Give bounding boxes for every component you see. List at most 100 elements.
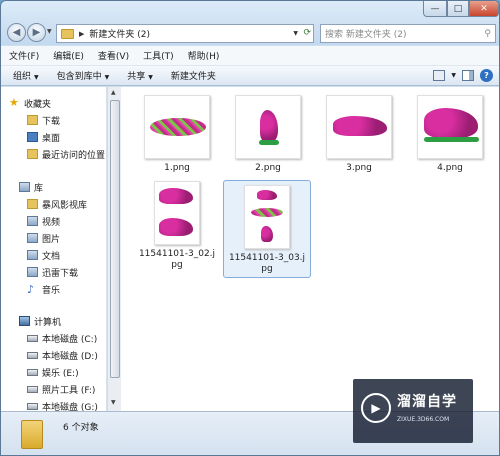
forward-button[interactable]: ▶ [27,23,46,42]
change-view-icon[interactable] [433,70,446,81]
menu-tools[interactable]: 工具(T) [143,49,174,62]
star-icon: ★ [9,96,19,109]
sidebar-favorites-label: 收藏夹 [24,99,52,110]
breadcrumb-arrow-icon[interactable]: ▶ [79,30,84,38]
shoe-image [159,188,193,204]
sidebar-libraries[interactable]: 库 [19,179,43,195]
file-item-11541101-3-03-jpg[interactable]: 11541101-3_03.j pg [223,180,311,278]
file-item-1-png[interactable]: 1.png [133,95,221,181]
search-input[interactable]: 搜索 新建文件夹 (2) ⚲ [320,24,496,43]
drive-icon [27,334,38,342]
sidebar-item-label: 本地磁盘 (D:) [42,351,98,362]
menu-view[interactable]: 查看(V) [98,49,129,62]
address-bar[interactable]: ▶ 新建文件夹 (2) ▼ ⟳ [56,24,314,43]
drive-icon [27,402,38,410]
sidebar-item-desktop[interactable]: 桌面 [27,129,60,145]
maximize-button[interactable]: □ [447,1,469,17]
drive-icon [27,368,38,376]
menu-bar: 文件(F) 编辑(E) 查看(V) 工具(T) 帮助(H) [1,46,499,66]
chevron-down-icon: ▼ [34,74,39,81]
sidebar-item-music[interactable]: ♪ 音乐 [27,281,60,297]
thumbnail [144,95,210,159]
watermark-subtitle: ZIXUE.3D66.COM [397,416,450,423]
shoe-heel-sole [259,140,279,145]
sidebar-item-videos[interactable]: 视频 [27,213,60,229]
file-name: 1.png [164,163,190,173]
preview-pane-icon[interactable] [462,70,474,81]
recent-pages-dropdown[interactable]: ▼ [47,28,52,35]
shoe-back-image [260,110,278,142]
scroll-down-arrow-icon[interactable]: ▼ [111,399,116,406]
shoe-sole-image [251,208,283,217]
menu-edit[interactable]: 编辑(E) [53,49,84,62]
search-icon[interactable]: ⚲ [484,29,491,39]
computer-icon [19,316,30,326]
thumbnail [326,95,392,159]
sidebar-item-recent-places[interactable]: 最近访问的位置 [27,146,105,162]
sidebar-item-label: 照片工具 (F:) [42,385,96,396]
scrollbar-thumb[interactable] [110,100,120,378]
new-folder-button[interactable]: 新建文件夹 [171,69,216,82]
chevron-down-icon: ▼ [148,74,153,81]
view-dropdown-icon[interactable]: ▼ [451,72,456,79]
sidebar-item-baofeng-library[interactable]: 暴风影视库 [27,196,87,212]
file-name-line: 11541101-3_03.j [228,253,306,263]
sidebar-item-xunlei-downloads[interactable]: 迅雷下载 [27,264,78,280]
file-item-11541101-3-02-jpg[interactable]: 11541101-3_02.j pg [133,181,221,281]
include-in-library-button[interactable]: 包含到库中 ▼ [57,69,110,82]
back-button[interactable]: ◀ [7,23,26,42]
sidebar-item-label: 本地磁盘 (G:) [42,402,98,412]
file-item-2-png[interactable]: 2.png [224,95,312,181]
address-text: 新建文件夹 (2) [89,30,151,40]
include-in-library-label: 包含到库中 [56,72,102,82]
help-icon[interactable]: ? [480,69,493,82]
chevron-down-icon: ▼ [104,74,110,81]
file-item-3-png[interactable]: 3.png [315,95,403,181]
close-button[interactable]: ✕ [469,1,499,17]
organize-label: 组织 [13,72,32,82]
sidebar-libraries-label: 库 [34,183,44,194]
shoe-top-image [333,116,387,136]
sidebar-item-documents[interactable]: 文档 [27,247,60,263]
sidebar-favorites[interactable]: ★ 收藏夹 [9,95,51,111]
sidebar-item-label: 桌面 [42,133,61,144]
sidebar-item-drive-g[interactable]: 本地磁盘 (G:) [27,398,98,411]
folder-icon [27,199,38,209]
refresh-icon[interactable]: ⟳ [303,28,311,38]
download-folder-icon [27,115,38,125]
folder-icon [61,28,74,39]
thumbnail [417,95,483,159]
watermark: ▶ 溜溜自学 ZIXUE.3D66.COM [353,379,473,443]
minimize-button[interactable]: — [423,1,447,17]
scroll-up-arrow-icon[interactable]: ▲ [111,89,116,96]
address-dropdown-icon[interactable]: ▼ [293,30,298,37]
sidebar-computer[interactable]: 计算机 [19,313,61,329]
thumbnail [154,181,200,245]
sidebar-item-label: 本地磁盘 (C:) [42,334,98,345]
shoe-image [257,190,277,200]
explorer-window: — □ ✕ ◀ ▶ ▼ ▶ 新建文件夹 (2) ▼ ⟳ 搜索 新建文件夹 (2)… [0,0,500,456]
sidebar-item-downloads[interactable]: 下载 [27,112,60,128]
item-count: 6 个对象 [63,423,99,433]
sidebar-item-drive-f[interactable]: 照片工具 (F:) [27,381,95,397]
video-library-icon [27,216,38,226]
download-library-icon [27,267,38,277]
drive-icon [27,385,38,393]
sidebar-item-drive-c[interactable]: 本地磁盘 (C:) [27,330,97,346]
menu-help[interactable]: 帮助(H) [188,49,220,62]
sidebar-item-label: 下载 [42,116,61,127]
sidebar-item-label: 迅雷下载 [42,268,79,279]
sidebar-item-drive-e[interactable]: 娱乐 (E:) [27,364,79,380]
thumbnail [244,185,290,249]
desktop-icon [27,132,38,142]
sidebar-item-pictures[interactable]: 图片 [27,230,60,246]
sidebar-item-drive-d[interactable]: 本地磁盘 (D:) [27,347,98,363]
file-item-4-png[interactable]: 4.png [406,95,494,181]
share-button[interactable]: 共享 ▼ [127,69,153,82]
organize-button[interactable]: 组织 ▼ [13,69,39,82]
title-bar: — □ ✕ ◀ ▶ ▼ ▶ 新建文件夹 (2) ▼ ⟳ 搜索 新建文件夹 (2)… [1,1,499,45]
navigation-scrollbar[interactable]: ▲ ▼ [107,87,121,411]
file-name-line: pg [261,264,273,274]
menu-file[interactable]: 文件(F) [9,49,39,62]
share-label: 共享 [127,72,146,82]
